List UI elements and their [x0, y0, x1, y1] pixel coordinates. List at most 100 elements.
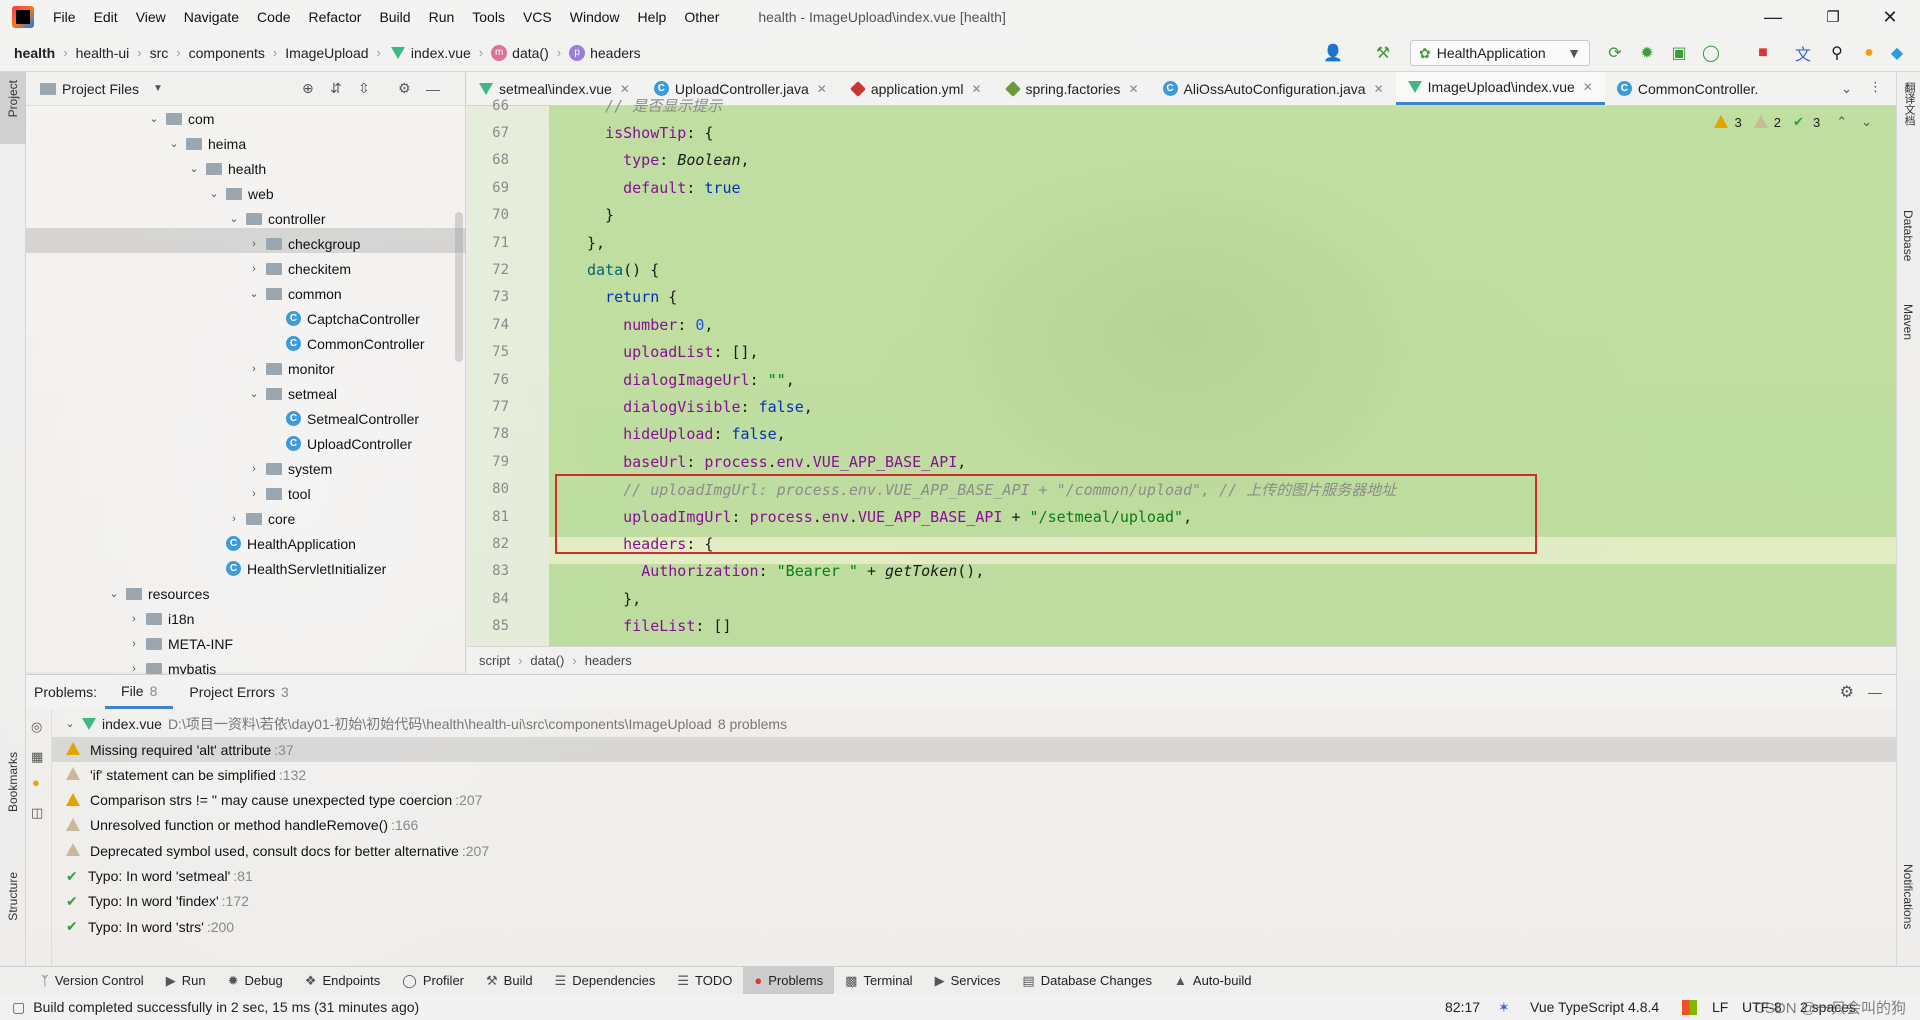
problem-row[interactable]: Unresolved function or method handleRemo… — [66, 813, 1876, 838]
tool-run[interactable]: ▶ Run — [155, 967, 217, 995]
chevron-down-icon[interactable]: ⌄ — [62, 717, 78, 730]
tree-node-uploadcontroller[interactable]: C UploadController — [266, 431, 412, 456]
chevron-right-icon[interactable]: › — [246, 263, 262, 275]
chevron-down-icon[interactable]: ⌄ — [246, 387, 262, 400]
chevron-right-icon[interactable]: › — [126, 613, 142, 625]
chevron-right-icon[interactable]: › — [126, 663, 142, 675]
bookmarks-stripe-label[interactable]: Bookmarks — [6, 752, 20, 812]
autoscroll-icon[interactable]: ◎ — [31, 719, 42, 735]
code-text[interactable]: }, — [587, 234, 605, 252]
preview-icon[interactable]: ◫ — [31, 805, 43, 821]
tree-node-commoncontroller[interactable]: C CommonController — [266, 331, 424, 356]
close-icon[interactable]: ✕ — [1862, 0, 1918, 34]
problem-row[interactable]: Deprecated symbol used, consult docs for… — [66, 838, 1876, 863]
user-icon[interactable]: 👤 — [1322, 42, 1344, 64]
hide-panel-icon[interactable]: — — [1868, 684, 1882, 700]
tab-project-errors[interactable]: Project Errors 3 — [173, 684, 304, 700]
breadcrumb-headers[interactable]: headers — [585, 653, 632, 668]
line-number[interactable]: 71 — [467, 235, 509, 251]
minimize-icon[interactable]: — — [1745, 0, 1801, 34]
update-icon[interactable]: ● — [1858, 42, 1880, 64]
code-line[interactable]: 73 return { — [467, 284, 1896, 311]
chevron-down-icon[interactable]: ⌄ — [166, 137, 182, 150]
line-number[interactable]: 68 — [467, 152, 509, 168]
line-number[interactable]: 81 — [467, 509, 509, 525]
code-line[interactable]: 83 Authorization: "Bearer " + getToken()… — [467, 558, 1896, 585]
menu-file[interactable]: File — [44, 9, 85, 25]
code-text[interactable]: uploadList: [], — [587, 343, 758, 361]
line-number[interactable]: 76 — [467, 372, 509, 388]
breadcrumb-components[interactable]: components — [189, 45, 265, 61]
code-text[interactable]: dialogVisible: false, — [587, 398, 813, 416]
code-line[interactable]: 71}, — [467, 229, 1896, 256]
build-hammer-icon[interactable]: ⚒ — [1372, 42, 1394, 64]
expand-all-icon[interactable]: ⇵ — [330, 80, 342, 97]
problem-row[interactable]: ✔ Typo: In word 'setmeal':81 — [66, 864, 1876, 889]
line-number[interactable]: 77 — [467, 399, 509, 415]
line-number[interactable]: 66 — [467, 98, 509, 114]
chevron-down-icon[interactable]: ⌄ — [146, 112, 162, 125]
problem-row[interactable]: 'if' statement can be simplified:132 — [66, 762, 1876, 787]
tree-node-healthservletinitializer[interactable]: C HealthServletInitializer — [206, 556, 386, 581]
tree-node-core[interactable]: › core — [226, 506, 295, 531]
run-configuration-select[interactable]: ✿ HealthApplication ▼ — [1410, 40, 1590, 66]
breadcrumb-src[interactable]: src — [150, 45, 169, 61]
quick-fix-bulb-icon[interactable]: ● — [32, 775, 40, 790]
code-text[interactable]: type: Boolean, — [587, 151, 749, 169]
project-stripe-button[interactable]: Project — [0, 72, 26, 144]
tree-node-setmeal[interactable]: ⌄ setmeal — [246, 381, 337, 406]
code-line[interactable]: 69 default: true — [467, 174, 1896, 201]
translate-icon[interactable]: 文 — [1792, 42, 1814, 64]
tool-terminal[interactable]: ▩ Terminal — [834, 967, 923, 995]
code-line[interactable]: 75 uploadList: [], — [467, 339, 1896, 366]
menu-build[interactable]: Build — [370, 9, 419, 25]
line-number[interactable]: 82 — [467, 536, 509, 552]
status-message[interactable]: Build completed successfully in 2 sec, 1… — [33, 999, 419, 1015]
code-text[interactable]: isShowTip: { — [587, 124, 713, 142]
tool-problems[interactable]: ● Problems — [743, 966, 835, 995]
tool-version-control[interactable]: ᛉ Version Control — [30, 967, 155, 995]
tree-node-resources[interactable]: ⌄ resources — [106, 581, 209, 606]
code-text[interactable]: hideUpload: false, — [587, 425, 786, 443]
problem-row[interactable]: Missing required 'alt' attribute:37 — [66, 737, 1876, 762]
gear-icon[interactable]: ⚙ — [398, 80, 411, 97]
tool-profiler[interactable]: ◯ Profiler — [391, 967, 475, 995]
code-text[interactable]: Authorization: "Bearer " + getToken(), — [587, 562, 984, 580]
caret-position[interactable]: 82:17 — [1445, 999, 1480, 1015]
code-line[interactable]: 66 // 是否显示提示 — [467, 92, 1896, 119]
code-text[interactable]: dialogImageUrl: "", — [587, 371, 795, 389]
project-view-select[interactable]: Project Files — [62, 81, 139, 97]
tree-node-system[interactable]: › system — [246, 456, 332, 481]
tool-todo[interactable]: ☰ TODO — [666, 967, 743, 995]
chevron-right-icon[interactable]: › — [246, 488, 262, 500]
line-number[interactable]: 67 — [467, 125, 509, 141]
line-separator[interactable]: LF — [1712, 999, 1728, 1015]
translate-doc-stripe-label[interactable]: 翻译文档 — [1901, 82, 1917, 126]
code-line[interactable]: 78 hideUpload: false, — [467, 421, 1896, 448]
menu-code[interactable]: Code — [248, 9, 299, 25]
code-text[interactable]: fileList: [] — [587, 617, 731, 635]
code-text[interactable]: } — [587, 206, 614, 224]
code-text[interactable]: number: 0, — [587, 316, 713, 334]
breadcrumb-project[interactable]: health — [14, 45, 55, 61]
chevron-right-icon[interactable]: › — [226, 513, 242, 525]
breadcrumb-property[interactable]: headers — [590, 45, 641, 61]
jetbrains-toolbox-icon[interactable]: ◆ — [1886, 42, 1908, 64]
profile-icon[interactable]: ◯ — [1700, 42, 1722, 64]
tree-node-captchacontroller[interactable]: C CaptchaController — [266, 306, 420, 331]
line-number[interactable]: 85 — [467, 618, 509, 634]
code-line[interactable]: 79 baseUrl: process.env.VUE_APP_BASE_API… — [467, 448, 1896, 475]
hide-panel-icon[interactable]: — — [426, 81, 440, 97]
breadcrumb-script[interactable]: script — [479, 653, 510, 668]
menu-edit[interactable]: Edit — [85, 9, 127, 25]
menu-other[interactable]: Other — [675, 9, 728, 25]
tree-node-common[interactable]: ⌄ common — [246, 281, 341, 306]
tool-debug[interactable]: ✹ Debug — [217, 967, 294, 995]
stop-icon[interactable]: ■ — [1752, 42, 1774, 64]
restore-icon[interactable]: ❐ — [1805, 0, 1861, 34]
tree-scrollbar[interactable] — [455, 212, 463, 362]
problem-row[interactable]: ✔ Typo: In word 'findex':172 — [66, 889, 1876, 914]
chevron-right-icon[interactable]: › — [246, 238, 262, 250]
menu-run[interactable]: Run — [420, 9, 464, 25]
line-number[interactable]: 69 — [467, 180, 509, 196]
